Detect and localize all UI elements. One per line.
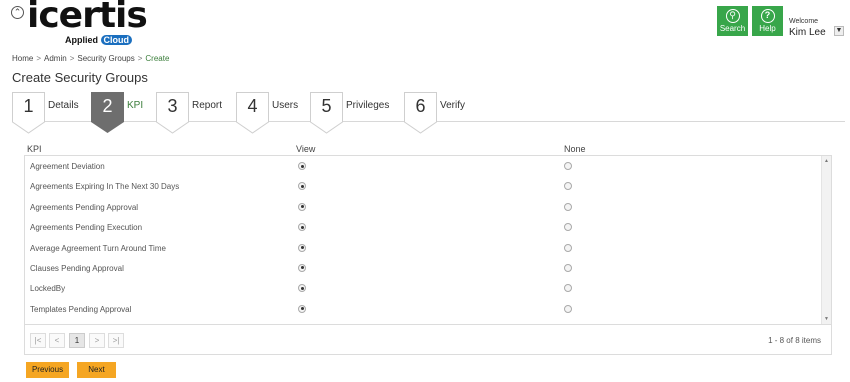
- previous-button[interactable]: Previous: [26, 362, 69, 378]
- grid-pager: |< < 1 > >| 1 - 8 of 8 items: [24, 325, 832, 355]
- help-icon: ?: [760, 9, 775, 23]
- breadcrumb: Home > Admin > Security Groups > Create: [12, 54, 169, 63]
- step-marker: 6: [404, 92, 437, 134]
- step-number: 4: [247, 96, 258, 116]
- step-number: 5: [321, 96, 332, 116]
- logo-wordmark: icertis: [27, 0, 148, 36]
- step-marker: 1: [12, 92, 45, 134]
- none-radio[interactable]: [564, 243, 572, 252]
- grid-body: Agreement Deviation Agreements Expiring I…: [24, 155, 832, 325]
- page-title: Create Security Groups: [12, 70, 148, 85]
- kpi-grid: KPI View None Agreement Deviation Agreeme…: [24, 142, 832, 355]
- kpi-name: Clauses Pending Approval: [30, 263, 124, 273]
- logo-tagline-applied: Applied: [65, 35, 98, 45]
- column-header-view: View: [296, 144, 316, 154]
- kpi-name: Agreements Pending Approval: [30, 202, 139, 212]
- table-row: Agreements Pending Execution: [25, 217, 831, 237]
- column-header-kpi: KPI: [27, 144, 42, 154]
- table-row: Average Agreement Turn Around Time: [25, 238, 831, 258]
- table-row: Clauses Pending Approval: [25, 258, 831, 278]
- help-button-label: Help: [759, 24, 776, 33]
- breadcrumb-separator: >: [69, 54, 75, 63]
- view-radio[interactable]: [298, 162, 306, 170]
- step-number: 1: [23, 96, 34, 116]
- breadcrumb-home[interactable]: Home: [12, 54, 33, 63]
- breadcrumb-admin[interactable]: Admin: [44, 54, 67, 63]
- scroll-up-icon[interactable]: ▲: [824, 158, 829, 164]
- view-radio[interactable]: [298, 263, 306, 272]
- breadcrumb-security-groups[interactable]: Security Groups: [77, 54, 134, 63]
- user-name[interactable]: Kim Lee: [789, 27, 826, 38]
- none-radio[interactable]: [564, 304, 572, 313]
- breadcrumb-separator: >: [36, 54, 42, 63]
- step-label: Users: [272, 100, 299, 111]
- view-radio[interactable]: [298, 304, 306, 313]
- user-menu-dropdown[interactable]: ▼: [834, 26, 844, 36]
- none-radio[interactable]: [564, 263, 572, 272]
- step-label: Privileges: [346, 100, 390, 111]
- step-label: Verify: [440, 100, 466, 111]
- step-marker: 4: [236, 92, 269, 134]
- step-marker: 3: [156, 92, 189, 134]
- step-marker: 2: [91, 92, 124, 134]
- first-page-button[interactable]: |<: [30, 333, 46, 348]
- step-marker: 5: [310, 92, 343, 134]
- kpi-name: Average Agreement Turn Around Time: [30, 243, 166, 253]
- last-page-button[interactable]: >|: [108, 333, 124, 348]
- none-radio[interactable]: [564, 284, 572, 293]
- wizard-steps: 1 Details 2 KPI 3 Report 4 Users 5 Privi…: [12, 92, 845, 134]
- view-radio[interactable]: [298, 223, 306, 232]
- column-header-none: None: [564, 144, 586, 154]
- next-button[interactable]: Next: [77, 362, 116, 378]
- view-radio[interactable]: [298, 182, 306, 191]
- none-radio[interactable]: [564, 182, 572, 191]
- search-button-label: Search: [719, 24, 746, 33]
- step-label: Details: [48, 100, 79, 111]
- grid-header: KPI View None: [24, 142, 832, 155]
- welcome-label: Welcome: [789, 18, 819, 25]
- search-button[interactable]: ⚲ Search: [717, 6, 748, 36]
- pager-info: 1 - 8 of 8 items: [768, 336, 821, 345]
- breadcrumb-current: Create: [145, 54, 170, 63]
- table-row: Agreements Pending Approval: [25, 197, 831, 217]
- table-row: LockedBy: [25, 278, 831, 298]
- collapse-header-icon[interactable]: ⌃: [11, 6, 24, 19]
- none-radio[interactable]: [564, 223, 572, 232]
- page-number-button[interactable]: 1: [69, 333, 85, 348]
- chevron-down-icon: ▼: [835, 27, 843, 34]
- none-radio[interactable]: [564, 162, 572, 170]
- scroll-down-icon[interactable]: ▼: [824, 316, 829, 322]
- breadcrumb-separator: >: [137, 54, 143, 63]
- logo-tagline-cloud: Cloud: [100, 35, 133, 45]
- kpi-name: LockedBy: [30, 284, 66, 294]
- kpi-name: Agreement Deviation: [30, 162, 105, 171]
- view-radio[interactable]: [298, 284, 306, 293]
- view-radio[interactable]: [298, 243, 306, 252]
- table-row: Agreement Deviation: [25, 156, 831, 176]
- table-row: Templates Pending Approval: [25, 299, 831, 319]
- next-page-button[interactable]: >: [89, 333, 105, 348]
- icertis-logo: icertis Applied Cloud: [27, 0, 148, 46]
- kpi-name: Agreements Expiring In The Next 30 Days: [30, 182, 180, 192]
- kpi-name: Agreements Pending Execution: [30, 223, 143, 233]
- help-button[interactable]: ? Help: [752, 6, 783, 36]
- step-label: KPI: [127, 100, 144, 111]
- kpi-name: Templates Pending Approval: [30, 304, 132, 314]
- step-number: 6: [415, 96, 426, 116]
- none-radio[interactable]: [564, 202, 572, 211]
- grid-scrollbar[interactable]: ▲ ▼: [821, 156, 831, 324]
- view-radio[interactable]: [298, 202, 306, 211]
- step-label: Report: [192, 100, 223, 111]
- step-number: 3: [167, 96, 178, 116]
- logo-tagline: Applied Cloud: [65, 35, 133, 45]
- step-number: 2: [102, 96, 113, 116]
- previous-page-button[interactable]: <: [49, 333, 65, 348]
- search-icon: ⚲: [725, 9, 740, 23]
- table-row: Agreements Expiring In The Next 30 Days: [25, 176, 831, 196]
